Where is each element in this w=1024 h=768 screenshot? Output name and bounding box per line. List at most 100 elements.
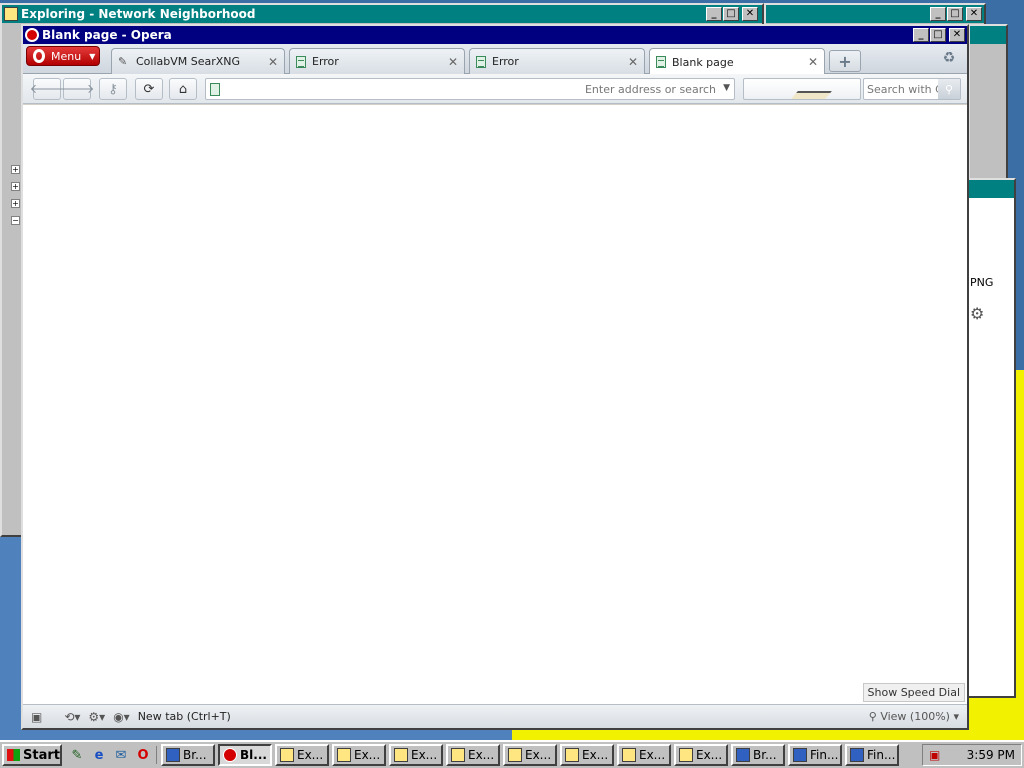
folder-icon <box>565 748 579 762</box>
search-icon[interactable]: ⚲ <box>938 79 960 99</box>
tree-expand-icon[interactable]: + <box>11 182 20 191</box>
tab-label: Error <box>492 55 519 68</box>
tab-close-icon[interactable]: ✕ <box>448 55 458 69</box>
back-button[interactable]: 🡐 <box>30 78 64 100</box>
start-button[interactable]: Start <box>2 744 62 766</box>
trash-icon[interactable]: ♻ <box>941 50 957 70</box>
bg1-maximize-button[interactable]: □ <box>947 7 963 21</box>
task-label: Fin... <box>810 748 839 762</box>
tab-error-1[interactable]: Error ✕ <box>289 48 465 74</box>
turbo-icon[interactable]: ◉▾ <box>113 710 130 724</box>
home-button[interactable]: ⌂ <box>169 78 197 100</box>
browser-icon <box>736 748 750 762</box>
task-button[interactable]: Ex... <box>503 744 557 766</box>
chevron-down-icon: ▼ <box>89 51 96 61</box>
task-button[interactable]: Br... <box>161 744 215 766</box>
chevron-down-icon[interactable]: ▼ <box>723 83 730 93</box>
tab-close-icon[interactable]: ✕ <box>268 55 278 69</box>
background-window-2-titlebar[interactable] <box>970 26 1006 44</box>
opera-maximize-button[interactable]: □ <box>930 28 946 42</box>
explorer-close-button[interactable]: ✕ <box>742 7 758 21</box>
reload-button[interactable]: ⟳ <box>135 78 163 100</box>
task-label: Ex... <box>582 748 609 762</box>
sync-icon[interactable]: ⟲▾ <box>64 710 80 724</box>
task-button[interactable]: Br... <box>731 744 785 766</box>
task-button-active[interactable]: Bl... <box>218 744 272 766</box>
opera-launch-icon[interactable]: O <box>134 746 152 764</box>
page-icon <box>476 55 486 68</box>
opera-icon <box>223 748 237 762</box>
system-tray: ▣ 3:59 PM <box>922 744 1022 766</box>
home-icon: ⌂ <box>178 81 188 97</box>
opera-minimize-button[interactable]: _ <box>913 28 929 42</box>
address-placeholder: Enter address or search <box>584 83 716 96</box>
panel-toggle-icon[interactable]: ▣ <box>31 710 42 724</box>
explorer-minimize-button[interactable]: _ <box>706 7 722 21</box>
tab-label: CollabVM SearXNG <box>136 55 241 68</box>
menu-label: Menu <box>51 49 82 63</box>
folder-icon <box>508 748 522 762</box>
explorer-maximize-button[interactable]: □ <box>723 7 739 21</box>
explorer-window-icon <box>4 7 18 21</box>
zoom-control[interactable]: ⚲ View (100%) ▾ <box>869 710 959 723</box>
opera-window: Blank page - Opera _ □ ✕ Menu ▼ ✎ Collab… <box>21 24 969 730</box>
task-button[interactable]: Ex... <box>560 744 614 766</box>
find-icon <box>793 748 807 762</box>
tab-blank-page[interactable]: Blank page ✕ <box>649 48 825 75</box>
tab-close-icon[interactable]: ✕ <box>628 55 638 69</box>
folder-icon <box>679 748 693 762</box>
show-desktop-icon[interactable]: ✎ <box>68 746 86 764</box>
zoom-label: View (100%) <box>880 710 950 723</box>
scheduler-icon[interactable]: ▣ <box>929 748 940 762</box>
page-content[interactable]: Show Speed Dial <box>23 105 967 704</box>
task-label: Ex... <box>411 748 438 762</box>
tree-expand-icon[interactable]: + <box>11 199 20 208</box>
tab-label: Blank page <box>672 55 734 69</box>
share-icon[interactable]: ⚙▾ <box>88 710 105 724</box>
task-label: Ex... <box>639 748 666 762</box>
windows-logo-icon <box>7 749 21 761</box>
task-button[interactable]: Fin... <box>845 744 899 766</box>
task-button[interactable]: Ex... <box>275 744 329 766</box>
forward-button[interactable]: 🡒 <box>60 78 94 100</box>
background-window-3-titlebar[interactable] <box>968 180 1014 198</box>
bg1-minimize-button[interactable]: _ <box>930 7 946 21</box>
bg1-close-button[interactable]: ✕ <box>966 7 982 21</box>
tree-collapse-icon[interactable]: − <box>11 216 20 225</box>
tab-close-icon[interactable]: ✕ <box>808 55 818 69</box>
opera-menu-button[interactable]: Menu ▼ <box>26 46 100 66</box>
collabvm-favicon-icon: ✎ <box>118 54 128 68</box>
new-tab-button[interactable]: + <box>829 50 861 72</box>
gear-icon[interactable]: ⚙ <box>970 304 984 323</box>
opera-close-button[interactable]: ✕ <box>949 28 965 42</box>
task-button[interactable]: Ex... <box>674 744 728 766</box>
tab-collabvm-searxng[interactable]: ✎ CollabVM SearXNG ✕ <box>111 48 285 74</box>
task-button[interactable]: Fin... <box>788 744 842 766</box>
explorer-titlebar[interactable]: Exploring - Network Neighborhood <box>2 5 762 23</box>
folder-icon <box>451 748 465 762</box>
show-speed-dial-button[interactable]: Show Speed Dial <box>862 683 965 702</box>
clock[interactable]: 3:59 PM <box>967 748 1015 762</box>
folder-icon <box>280 748 294 762</box>
toolbar-graphic-shape <box>786 91 832 99</box>
task-button[interactable]: Ex... <box>446 744 500 766</box>
task-button[interactable]: Ex... <box>332 744 386 766</box>
task-button[interactable]: Ex... <box>389 744 443 766</box>
background-window-3: PNG ⚙ <box>966 178 1016 698</box>
opera-o-icon <box>33 49 45 63</box>
address-bar[interactable]: Enter address or search ▼ <box>205 78 735 100</box>
internet-explorer-icon[interactable]: e <box>90 746 108 764</box>
search-field[interactable]: Search with Co ⚲ <box>863 78 961 100</box>
navigation-bar: 🡐 🡒 ⚷ ⟳ ⌂ Enter address or search ▼ Sear… <box>23 74 967 104</box>
task-label: Ex... <box>297 748 324 762</box>
tab-error-2[interactable]: Error ✕ <box>469 48 645 74</box>
opera-titlebar[interactable]: Blank page - Opera <box>23 26 967 44</box>
outlook-icon[interactable]: ✉ <box>112 746 130 764</box>
task-button[interactable]: Ex... <box>617 744 671 766</box>
opera-logo-icon <box>25 28 39 42</box>
browser-icon <box>166 748 180 762</box>
key-button[interactable]: ⚷ <box>99 78 127 100</box>
status-message: New tab (Ctrl+T) <box>137 710 231 723</box>
tree-expand-icon[interactable]: + <box>11 165 20 174</box>
folder-icon <box>394 748 408 762</box>
